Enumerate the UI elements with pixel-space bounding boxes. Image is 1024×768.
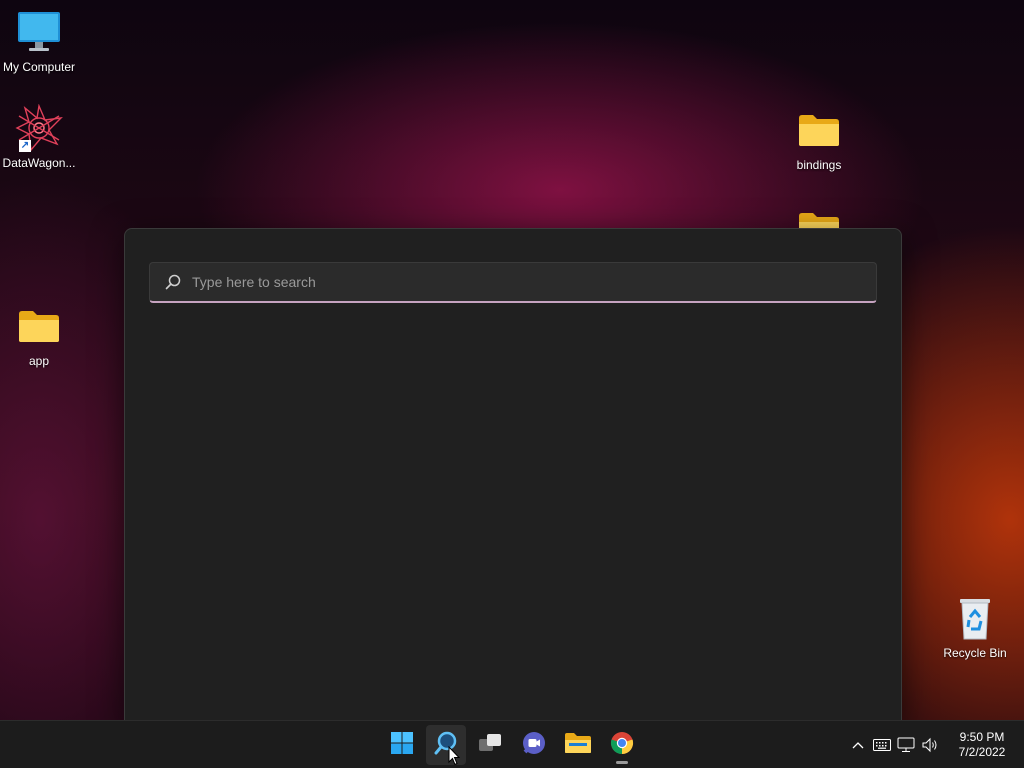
chrome-button[interactable] — [602, 725, 642, 765]
folder-icon — [15, 302, 63, 350]
desktop-icon-datawagon[interactable]: ↗ DataWagon... — [0, 104, 78, 170]
desktop-icon-label: bindings — [796, 158, 842, 172]
search-panel — [124, 228, 902, 721]
desktop-icon-label: DataWagon... — [2, 156, 76, 170]
file-explorer-button[interactable] — [558, 725, 598, 765]
clock-time: 9:50 PM — [959, 730, 1005, 744]
task-view-icon — [477, 731, 503, 760]
search-icon — [164, 273, 182, 291]
volume-icon[interactable] — [918, 733, 942, 757]
search-input[interactable] — [190, 266, 876, 298]
system-tray: 9:50 PM 7/2/2022 — [846, 721, 1024, 768]
file-explorer-icon — [564, 731, 592, 760]
recycle-bin-icon — [951, 594, 999, 642]
shortcut-arrow-icon: ↗ — [19, 140, 31, 152]
desktop-icon-my-computer[interactable]: My Computer — [0, 8, 78, 74]
desktop-icon-recycle-bin[interactable]: Recycle Bin — [936, 594, 1014, 660]
desktop-icon-label: My Computer — [2, 60, 76, 74]
desktop-icon-label: Recycle Bin — [943, 646, 1007, 660]
chat-button[interactable] — [514, 725, 554, 765]
taskbar-search-button[interactable] — [426, 725, 466, 765]
start-button[interactable] — [382, 725, 422, 765]
desktop-icon-label: app — [28, 354, 50, 368]
mouse-cursor-icon — [448, 746, 460, 766]
chevron-up-icon[interactable] — [846, 733, 870, 757]
chrome-icon — [610, 731, 634, 760]
taskbar-apps — [380, 721, 644, 768]
clock-date: 7/2/2022 — [958, 745, 1006, 759]
search-box[interactable] — [149, 262, 877, 303]
running-indicator — [616, 761, 628, 764]
chat-icon — [521, 730, 547, 761]
clock[interactable]: 9:50 PM 7/2/2022 — [948, 730, 1016, 760]
datawagon-app-icon: ↗ — [15, 104, 63, 152]
task-view-button[interactable] — [470, 725, 510, 765]
desktop-icon-bindings-folder[interactable]: bindings — [780, 106, 858, 172]
taskbar: 9:50 PM 7/2/2022 — [0, 720, 1024, 768]
network-icon[interactable] — [894, 733, 918, 757]
monitor-icon — [15, 8, 63, 56]
desktop-icon-app-folder[interactable]: app — [0, 302, 78, 368]
windows-start-icon — [390, 731, 414, 760]
keyboard-icon[interactable] — [870, 733, 894, 757]
folder-icon — [795, 106, 843, 154]
